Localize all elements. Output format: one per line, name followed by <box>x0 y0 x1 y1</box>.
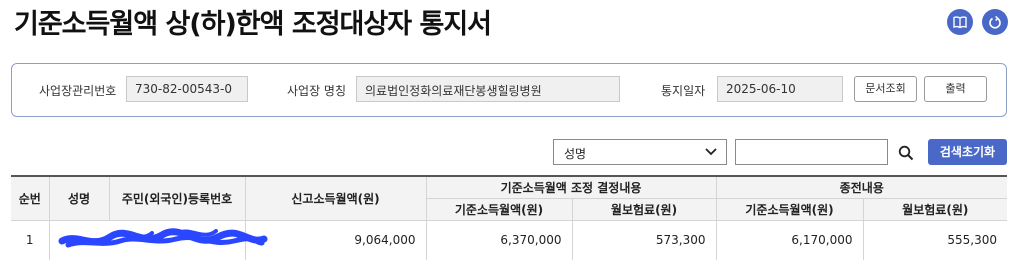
table-row[interactable]: 1 9,064,000 6,370,000 573,300 6,170,000 … <box>11 220 1007 260</box>
search-field-select-value: 성명 <box>564 147 587 161</box>
search-reset-button[interactable]: 검색초기화 <box>928 139 1007 165</box>
col-group-previous: 종전내용 <box>716 175 1008 199</box>
search-button[interactable] <box>894 141 918 165</box>
col-group-decision: 기준소득월액 조정 결정내용 <box>426 175 717 199</box>
refresh-button[interactable] <box>982 9 1008 35</box>
col-header-decision-premium: 월보험료(원) <box>572 198 717 221</box>
col-header-previous-premium: 월보험료(원) <box>863 198 1008 221</box>
col-header-decision-income: 기준소득월액(원) <box>426 198 573 221</box>
workplace-no-field: 730-82-00543-0 <box>126 76 248 102</box>
chevron-down-icon <box>705 148 717 156</box>
cell-previous-income: 6,170,000 <box>716 220 864 260</box>
col-header-seq: 순번 <box>11 175 50 221</box>
refresh-icon <box>989 15 1001 29</box>
page-title: 기준소득월액 상(하)한액 조정대상자 통지서 <box>14 9 492 40</box>
workplace-name-label: 사업장 명칭 <box>287 84 347 98</box>
workplace-name-field: 의료법인정화의료재단봉생힐링병원 <box>356 76 620 102</box>
notice-info-panel: 사업장관리번호 730-82-00543-0 사업장 명칭 의료법인정화의료재단… <box>11 63 1007 117</box>
notice-date-label: 통지일자 <box>661 84 706 98</box>
redaction-scribble <box>58 228 267 248</box>
col-header-name: 성명 <box>49 175 110 221</box>
adjustment-table: 순번 성명 주민(외국인)등록번호 신고소득월액(원) 기준소득월액 조정 결정… <box>11 175 1008 260</box>
notice-date-field: 2025-06-10 <box>717 76 843 102</box>
manual-button[interactable] <box>947 9 973 35</box>
search-field-select[interactable]: 성명 <box>553 139 727 165</box>
workplace-no-label: 사업장관리번호 <box>39 84 117 98</box>
search-icon <box>898 145 914 161</box>
cell-redacted-identity <box>49 220 267 260</box>
book-icon <box>953 16 967 29</box>
col-header-resident-no: 주민(외국인)등록번호 <box>109 175 246 221</box>
search-input[interactable] <box>735 139 888 165</box>
print-button[interactable]: 출력 <box>924 76 987 102</box>
top-icon-group <box>947 9 1008 35</box>
col-header-previous-income: 기준소득월액(원) <box>716 198 864 221</box>
col-header-reported-income: 신고소득월액(원) <box>245 175 427 221</box>
cell-decision-premium: 573,300 <box>572 220 717 260</box>
doc-lookup-button[interactable]: 문서조회 <box>854 76 917 102</box>
cell-reported-income: 9,064,000 <box>245 220 427 260</box>
cell-decision-income: 6,370,000 <box>426 220 573 260</box>
cell-seq: 1 <box>11 220 50 260</box>
cell-previous-premium: 555,300 <box>947 233 998 248</box>
